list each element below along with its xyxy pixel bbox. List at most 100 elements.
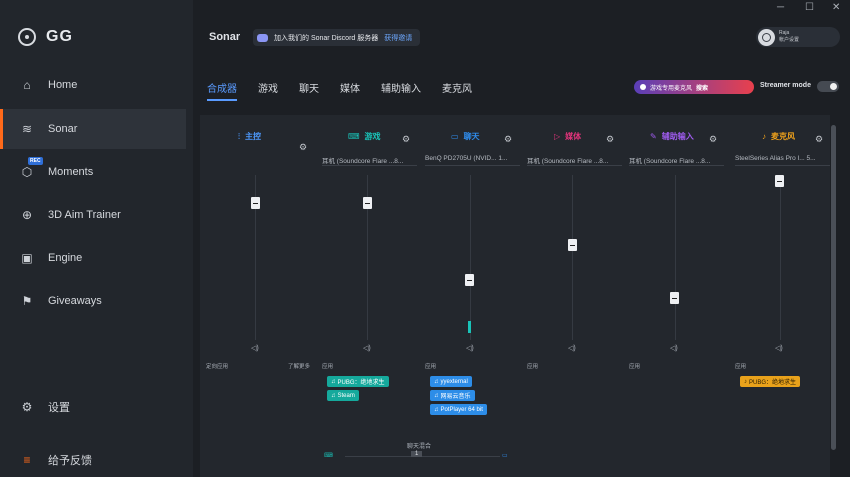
tab-media[interactable]: 媒体 bbox=[340, 80, 360, 101]
sidebar-item-home[interactable]: ⌂ Home bbox=[0, 65, 186, 105]
channel-device[interactable]: 耳机 (Soundcore Flare ...8... bbox=[527, 155, 625, 165]
aux-icon: ✎ bbox=[650, 132, 657, 141]
speaker-icon[interactable]: ◁) bbox=[568, 344, 576, 352]
tab-mic[interactable]: 麦克风 bbox=[442, 80, 472, 101]
game-mic-search[interactable]: 搜索 bbox=[696, 83, 708, 92]
channel-name: 主控 bbox=[245, 132, 261, 141]
minimize-button[interactable]: ─ bbox=[777, 2, 784, 13]
channel-aux: ✎ 辅助输入 bbox=[650, 131, 694, 142]
speaker-icon[interactable]: ◁) bbox=[466, 344, 474, 352]
sidebar-item-aim-trainer[interactable]: ⊕ 3D Aim Trainer bbox=[0, 195, 186, 235]
routing-header: 定向应用 bbox=[206, 364, 229, 370]
mixer-panel: ⫶ 主控 ⚙ ⌨ 游戏 ⚙ 耳机 (Soundcore Flare ...8..… bbox=[200, 115, 830, 477]
sidebar-item-label: 3D Aim Trainer bbox=[48, 209, 121, 221]
learn-more-link[interactable]: 了解更多 bbox=[288, 362, 310, 370]
sidebar-item-settings[interactable]: ⚙ 设置 bbox=[0, 387, 186, 427]
tab-game[interactable]: 游戏 bbox=[258, 80, 278, 101]
home-icon: ⌂ bbox=[23, 78, 31, 92]
discord-text: 加入我们的 Sonar Discord 服务器 bbox=[274, 34, 379, 42]
chat-mix-slider[interactable]: 1 bbox=[411, 451, 423, 457]
sidebar-item-moments[interactable]: ⬡ REC Moments bbox=[0, 152, 186, 192]
channel-device[interactable]: BenQ PD2705U (NVID... 1... bbox=[425, 155, 523, 162]
chat-level-meter bbox=[468, 321, 471, 333]
speaker-icon[interactable]: ◁) bbox=[775, 344, 783, 352]
gear-icon[interactable]: ⚙ bbox=[709, 134, 717, 145]
discord-banner[interactable]: 加入我们的 Sonar Discord 服务器 获得邀请 bbox=[253, 29, 421, 46]
account-settings-label: 帐户设置 bbox=[779, 37, 800, 43]
channel-name: 游戏 bbox=[364, 132, 381, 141]
sidebar-item-label: Sonar bbox=[48, 123, 78, 135]
streamer-mode-label: Streamer mode bbox=[760, 82, 811, 89]
gift-icon: ⚑ bbox=[21, 294, 33, 308]
sidebar-item-feedback[interactable]: ≡ 给予反馈 bbox=[0, 440, 186, 477]
microphone-icon: ♪ bbox=[762, 132, 766, 141]
app-chip[interactable]: ♫ PotPlayer 64 bit bbox=[430, 404, 487, 415]
account-name: Raja bbox=[779, 30, 790, 36]
channel-name: 辅助输入 bbox=[661, 132, 694, 141]
apps-label: 应用 bbox=[527, 364, 539, 370]
app-chip[interactable]: ♫ yyexternal bbox=[430, 376, 472, 387]
headphone-icon: ♫ bbox=[434, 392, 439, 399]
speaker-icon[interactable]: ◁) bbox=[251, 344, 259, 352]
chip-icon: ▣ bbox=[21, 251, 33, 265]
microphone-icon: ♪ bbox=[744, 378, 747, 385]
channel-game: ⌨ 游戏 bbox=[348, 131, 381, 142]
headphone-icon: ♫ bbox=[331, 392, 336, 399]
app-chip[interactable]: ♫ 网易云音乐 bbox=[430, 390, 475, 401]
game-mic-banner[interactable]: 游戏专用麦克风 搜索 bbox=[634, 80, 754, 94]
sidebar-item-sonar[interactable]: ≋ Sonar bbox=[0, 109, 186, 149]
app-chip[interactable]: ♪ PUBG：绝地求生 bbox=[740, 376, 801, 387]
chat-icon: ▭ bbox=[502, 453, 508, 459]
steelseries-logo-icon bbox=[18, 28, 36, 46]
scrollbar[interactable] bbox=[831, 125, 836, 450]
mic-indicator-icon bbox=[640, 84, 646, 90]
maximize-button[interactable]: ☐ bbox=[805, 2, 814, 13]
channel-master: ⫶ 主控 bbox=[238, 131, 261, 142]
volume-slider-media[interactable] bbox=[568, 239, 577, 251]
channel-device[interactable]: 耳机 (Soundcore Flare ...8... bbox=[629, 155, 727, 165]
speaker-icon[interactable]: ◁) bbox=[363, 344, 371, 352]
moments-icon: ⬡ REC bbox=[21, 157, 43, 179]
chat-mix-label: 聊天混合 bbox=[407, 444, 432, 450]
headphone-icon: ♫ bbox=[434, 378, 439, 385]
gear-icon[interactable]: ⚙ bbox=[299, 142, 307, 153]
tab-mixer[interactable]: 合成器 bbox=[207, 80, 237, 101]
gear-icon[interactable]: ⚙ bbox=[606, 134, 614, 145]
sidebar-item-engine[interactable]: ▣ Engine bbox=[0, 238, 186, 278]
channel-device[interactable]: 耳机 (Soundcore Flare ...8... bbox=[322, 155, 420, 165]
gear-icon[interactable]: ⚙ bbox=[402, 134, 410, 145]
apps-label: 应用 bbox=[629, 364, 641, 370]
play-icon: ▷ bbox=[554, 132, 561, 141]
headphone-icon: ♫ bbox=[434, 406, 439, 413]
app-chip[interactable]: ♫ Steam bbox=[327, 390, 359, 401]
game-mic-text: 游戏专用麦克风 bbox=[650, 85, 693, 92]
tab-aux[interactable]: 辅助输入 bbox=[381, 80, 421, 101]
account-menu[interactable]: Raja 帐户设置 bbox=[756, 27, 840, 47]
streamer-mode-toggle[interactable] bbox=[817, 81, 839, 92]
sidebar-item-label: Giveaways bbox=[48, 295, 102, 307]
volume-slider-master[interactable] bbox=[251, 197, 260, 209]
sidebar-item-label: Moments bbox=[48, 166, 94, 178]
sidebar: GG ⌂ Home ≋ Sonar ⬡ REC Moments ⊕ 3D Aim … bbox=[0, 0, 193, 477]
feedback-icon: ≡ bbox=[23, 453, 31, 467]
gear-icon[interactable]: ⚙ bbox=[504, 134, 512, 145]
sidebar-item-giveaways[interactable]: ⚑ Giveaways bbox=[0, 281, 186, 321]
gear-icon[interactable]: ⚙ bbox=[815, 134, 823, 145]
channel-device[interactable]: SteelSeries Alias Pro I... 5... bbox=[735, 155, 833, 162]
app-chip[interactable]: ♫ PUBG：绝地求生 bbox=[327, 376, 389, 387]
volume-slider-game[interactable] bbox=[363, 197, 372, 209]
apps-label: 应用 bbox=[425, 364, 437, 370]
discord-invite-link[interactable]: 获得邀请 bbox=[384, 33, 412, 43]
volume-slider-aux[interactable] bbox=[670, 292, 679, 304]
speaker-icon[interactable]: ◁) bbox=[670, 344, 678, 352]
channel-mic: ♪ 麦克风 bbox=[762, 131, 795, 142]
gamepad-icon: ⌨ bbox=[348, 132, 360, 141]
channel-name: 媒体 bbox=[565, 132, 582, 141]
volume-slider-chat[interactable] bbox=[465, 274, 474, 286]
close-button[interactable]: ✕ bbox=[832, 2, 840, 13]
brand[interactable]: GG bbox=[18, 28, 73, 46]
gamepad-icon: ⌨ bbox=[324, 453, 333, 459]
volume-slider-mic[interactable] bbox=[775, 175, 784, 187]
sidebar-item-label: Engine bbox=[48, 252, 83, 264]
tab-chat[interactable]: 聊天 bbox=[299, 80, 319, 101]
